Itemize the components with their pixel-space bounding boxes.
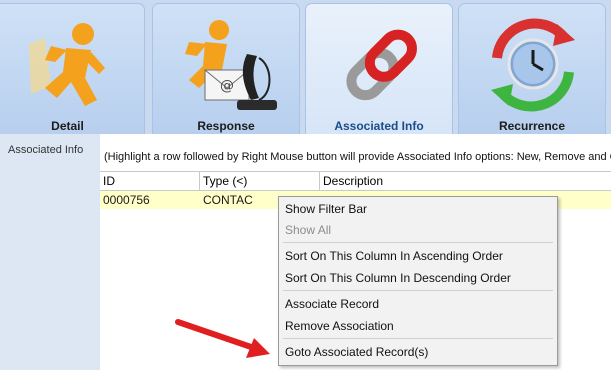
section-label: Associated Info [8, 144, 84, 156]
running-man-icon [29, 23, 105, 106]
menu-item-associate-record[interactable]: Associate Record [279, 294, 557, 314]
tab-strip: Detail @ Response Associated Info Recurr… [0, 0, 611, 134]
column-header-description[interactable]: Description [320, 172, 611, 190]
column-header-id[interactable]: ID [100, 172, 200, 190]
menu-item-goto-associated-records[interactable]: Goto Associated Record(s) [279, 342, 557, 362]
column-header-type[interactable]: Type (<) [200, 172, 320, 190]
menu-separator [283, 338, 553, 339]
tab-detail[interactable]: Detail [0, 3, 145, 134]
tab-label-detail: Detail [51, 119, 84, 133]
grid-header: ID Type (<) Description [100, 171, 611, 191]
cell-type: CONTAC [203, 193, 253, 207]
chain-link-icon [346, 29, 417, 101]
menu-separator [283, 242, 553, 243]
left-panel: Associated Info [0, 134, 100, 370]
context-menu: Show Filter Bar Show All Sort On This Co… [278, 196, 558, 366]
clock-recurrence-icon [491, 18, 575, 112]
menu-item-sort-ascending[interactable]: Sort On This Column In Ascending Order [279, 246, 557, 266]
tab-associated-info[interactable]: Associated Info [305, 3, 453, 134]
tab-response[interactable]: @ Response [152, 3, 300, 134]
menu-item-show-all: Show All [285, 223, 332, 237]
tab-label-recurrence: Recurrence [498, 119, 566, 133]
running-man-phone-mail-icon: @ [185, 20, 277, 110]
menu-separator [283, 290, 553, 291]
menu-item-sort-descending[interactable]: Sort On This Column In Descending Order [279, 268, 557, 288]
menu-item-show-filter-bar[interactable]: Show Filter Bar [279, 199, 557, 219]
cell-id: 0000756 [103, 193, 150, 207]
tab-label-associated-info: Associated Info [334, 119, 424, 133]
tab-recurrence[interactable]: Recurrence [458, 3, 606, 134]
menu-item-remove-association[interactable]: Remove Association [279, 316, 557, 336]
annotation-arrow-icon [175, 319, 270, 358]
associated-info-hint: (Highlight a row followed by Right Mouse… [104, 151, 611, 163]
svg-text:@: @ [220, 78, 234, 94]
tab-label-response: Response [197, 119, 255, 133]
